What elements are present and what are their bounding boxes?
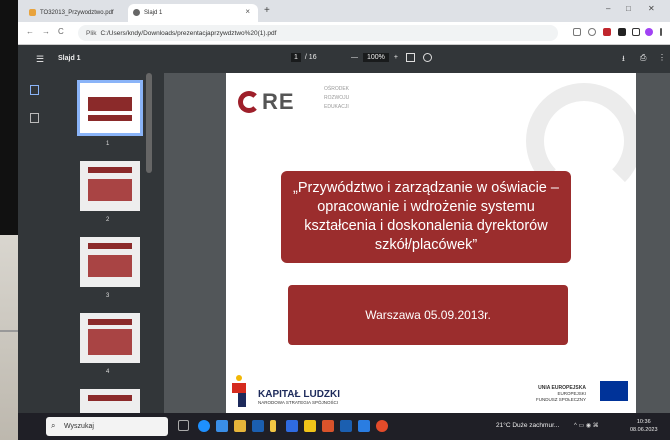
fit-page-icon[interactable]: [406, 53, 415, 62]
back-button[interactable]: ←: [26, 27, 34, 36]
print-button[interactable]: ⎙: [640, 53, 646, 63]
star-icon[interactable]: [588, 28, 596, 36]
bolt-icon[interactable]: [270, 420, 276, 432]
weather-widget[interactable]: 21°C Duże zachmur...: [496, 422, 559, 429]
close-window-button[interactable]: ✕: [648, 4, 655, 13]
monitor-screen: TO32013_Przywodztwo.pdf × Slajd 1 × + – …: [18, 0, 670, 432]
view-tools: [406, 53, 433, 64]
kapital-ludzki-title: KAPITAŁ LUDZKI: [258, 389, 341, 400]
pdf-file-icon: [29, 9, 36, 16]
menu-icon[interactable]: ☰: [36, 54, 44, 65]
zoom-controls: — 100% +: [351, 53, 398, 62]
search-icon: ⌕: [51, 421, 56, 430]
task-view-icon[interactable]: [178, 420, 189, 431]
sidebar-icon[interactable]: [632, 28, 640, 36]
ore-logo-subtitle: OŚRODEK ROZWOJU EDUKACJI: [324, 86, 350, 110]
ore-logo-mark: [238, 91, 260, 113]
kapital-ludzki-logo: KAPITAŁ LUDZKI NARODOWA STRATEGIA SPÓJNO…: [230, 373, 340, 409]
slide-date: Warszawa 05.09.2013r.: [288, 285, 568, 345]
thumbnail-page-1[interactable]: [77, 80, 143, 136]
thumbnails-icon[interactable]: [30, 85, 39, 95]
rotate-icon[interactable]: [423, 53, 433, 62]
page-total: / 16: [304, 54, 317, 61]
ore-logo-text: RE: [262, 89, 295, 114]
document-title: Slajd 1: [58, 55, 81, 62]
page-indicator: 1 / 16: [291, 53, 317, 62]
taskbar-search[interactable]: ⌕ Wyszukaj: [46, 417, 168, 436]
thumbnail-number: 3: [106, 293, 110, 299]
zoom-input[interactable]: 100%: [363, 53, 389, 62]
eu-logo-text: UNIA EUROPEJSKA EUROPEJSKI FUNDUSZ SPOŁE…: [535, 385, 586, 402]
forward-button[interactable]: →: [42, 27, 50, 36]
thumbnail-number: 2: [106, 217, 110, 223]
edge-icon[interactable]: [198, 420, 210, 432]
slide-page: RE OŚRODEK ROZWOJU EDUKACJI „Przywództwo…: [226, 73, 636, 413]
maximize-button[interactable]: □: [626, 4, 631, 13]
store-icon[interactable]: [216, 420, 228, 432]
menu-icon[interactable]: [660, 28, 662, 36]
system-tray-icons[interactable]: ^ ▭ ◉ ⌘: [574, 422, 599, 429]
taskbar: ⌕ Wyszukaj 21°C Duże zachmur... ^ ▭ ◉ ⌘ …: [18, 413, 670, 440]
url-field[interactable]: Plik C:/Users/kndy/Downloads/prezentacja…: [78, 25, 558, 41]
thumbnail-page-4[interactable]: [80, 313, 140, 363]
thumbnail-number: 1: [106, 141, 110, 147]
minimize-button[interactable]: –: [606, 4, 610, 13]
thumbnail-page-3[interactable]: [80, 237, 140, 287]
more-options-button[interactable]: ⋮: [658, 53, 666, 62]
folder-icon[interactable]: [304, 420, 316, 432]
thumbnail-page-2[interactable]: [80, 161, 140, 211]
outline-icon[interactable]: [30, 113, 39, 123]
thumbnail-number: 4: [106, 369, 110, 375]
eu-flag-icon: [600, 381, 628, 401]
tab-label: Slajd 1: [144, 10, 163, 16]
chrome-icon[interactable]: [376, 420, 388, 432]
thumbnail-page-5[interactable]: [80, 389, 140, 413]
close-tab-icon[interactable]: ×: [245, 7, 250, 16]
page-input[interactable]: 1: [291, 53, 301, 62]
search-placeholder: Wyszukaj: [64, 423, 94, 430]
word-icon[interactable]: [252, 420, 264, 432]
url-text: C:/Users/kndy/Downloads/prezentacjaprzyw…: [100, 29, 277, 37]
ore-logo: RE: [238, 89, 295, 115]
address-bar: ← → C Plik C:/Users/kndy/Downloads/preze…: [18, 22, 670, 45]
zoom-in-button[interactable]: +: [394, 54, 398, 61]
tab-label: TO32013_Przywodztwo.pdf: [40, 10, 114, 16]
clock[interactable]: 10:36 08.06.2023: [630, 418, 658, 434]
zoom-out-button[interactable]: —: [351, 54, 358, 61]
tab-bar: TO32013_Przywodztwo.pdf × Slajd 1 × + – …: [18, 0, 670, 22]
tab-slajd[interactable]: Slajd 1 ×: [128, 4, 258, 22]
new-tab-button[interactable]: +: [264, 5, 270, 16]
extension-icon[interactable]: [618, 28, 626, 36]
pdf-toolbar: ☰ Slajd 1 1 / 16 — 100% + ⭳ ⎙ ⋮: [18, 45, 670, 73]
scrollbar[interactable]: [146, 73, 152, 173]
reload-button[interactable]: C: [58, 27, 64, 36]
site-info-label[interactable]: Plik: [86, 30, 96, 37]
slide-title: „Przywództwo i zarządzanie w oświacie – …: [281, 171, 571, 263]
file-explorer-icon[interactable]: [234, 420, 246, 432]
sidebar-rail: [18, 73, 52, 413]
powerpoint-icon[interactable]: [322, 420, 334, 432]
kapital-ludzki-subtitle: NARODOWA STRATEGIA SPÓJNOŚCI: [258, 400, 339, 405]
app-icon[interactable]: [340, 420, 352, 432]
kapital-ludzki-mark: [230, 373, 252, 409]
profile-avatar[interactable]: [645, 28, 653, 36]
share-icon[interactable]: [573, 28, 581, 36]
extension-shield-icon[interactable]: [603, 28, 611, 36]
globe-icon: [133, 9, 140, 16]
download-button[interactable]: ⭳: [622, 53, 625, 67]
outlook-icon[interactable]: [286, 420, 298, 432]
calendar-icon[interactable]: [358, 420, 370, 432]
